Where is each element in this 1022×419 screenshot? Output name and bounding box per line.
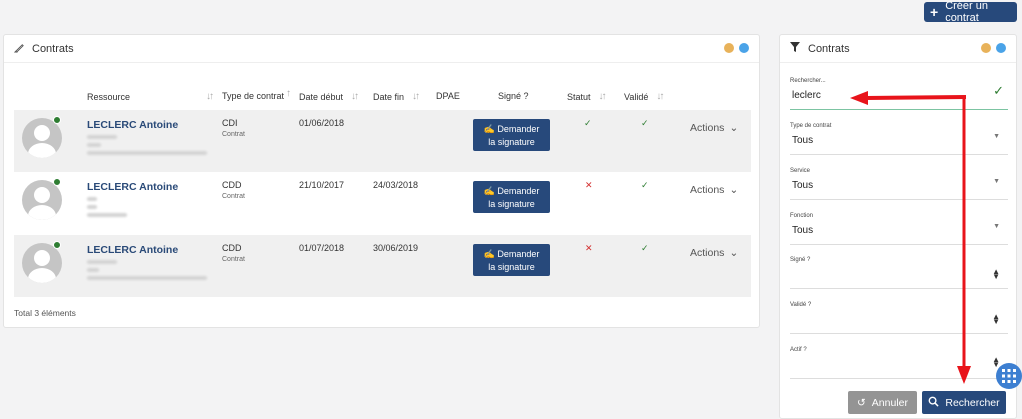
annotation-arrowhead-left bbox=[850, 91, 868, 105]
annotation-arrow-left bbox=[865, 95, 967, 100]
annotation-arrows bbox=[850, 91, 971, 384]
annotation-arrowhead-down bbox=[957, 366, 971, 384]
